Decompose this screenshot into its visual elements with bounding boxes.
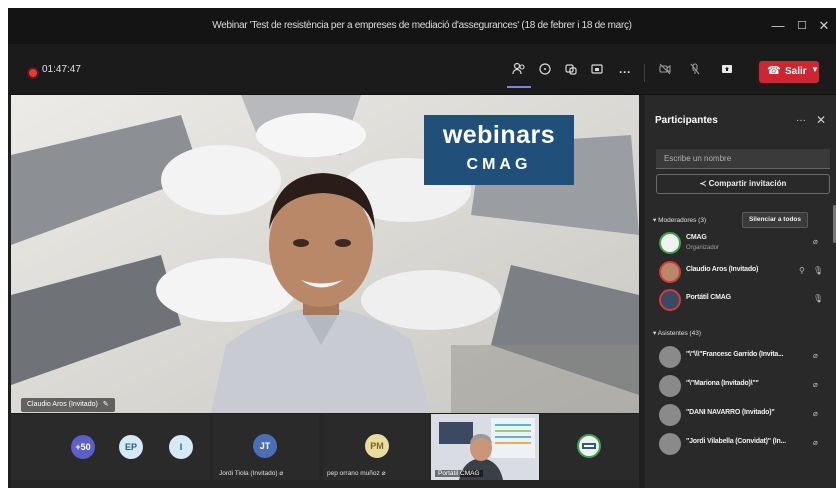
participant-role: Organizador [686, 245, 720, 251]
overflow-count-badge[interactable]: +50 [71, 435, 95, 459]
chevron-down-icon[interactable]: ▼ [811, 65, 819, 74]
webinars-cmag-logo: webinars CMAG [424, 115, 574, 185]
panel-title: Participantes [655, 115, 718, 126]
mic-off-icon: ⌀ [813, 438, 818, 447]
share-invite-button[interactable]: ≺ Compartir invitación [656, 174, 830, 194]
recording-indicator-icon [27, 67, 39, 79]
participant-row[interactable]: CMAG Organizador ⌀ [653, 229, 829, 257]
participant-strip: +50 EP I JT Jordi Tiola (Invitado) ⌀ PM … [11, 414, 639, 488]
people-icon[interactable] [508, 62, 530, 82]
share-invite-label: Compartir invitación [708, 179, 787, 188]
leave-button[interactable]: ☎ Salir ▼ [759, 61, 819, 83]
more-options-icon[interactable]: ··· [796, 115, 806, 126]
mic-off-icon: ⌀ [381, 470, 386, 477]
mic-off-icon: ⌀ [813, 380, 818, 389]
avatar [659, 433, 681, 455]
more-icon[interactable]: ··· [614, 62, 636, 82]
avatar[interactable]: I [169, 435, 193, 459]
share-tray-icon[interactable] [716, 62, 738, 82]
participant-row[interactable]: "\"\\\"Francesc Garrido (Invita... ⌀ [653, 343, 829, 371]
participant-tile-name: Jordi Tiola (Invitado) ⌀ [219, 470, 284, 477]
mic-off-icon: ⌀ [813, 351, 818, 360]
participant-name: "DANI NAVARRO (Invitado)" [686, 409, 775, 416]
participant-search-input[interactable] [656, 149, 830, 169]
participant-tile[interactable]: JT Jordi Tiola (Invitado) ⌀ [213, 414, 319, 480]
avatar [659, 232, 681, 254]
avatar [659, 289, 681, 311]
speaker-name: Claudio Aros (Invitado) [27, 401, 98, 408]
participant-name: Claudio Aros (Invitado) [686, 266, 759, 273]
phone-hangup-icon: ☎ [767, 65, 781, 77]
toolbar-divider [644, 64, 645, 82]
close-button[interactable]: ✕ [814, 16, 834, 36]
share-icon: ≺ [699, 179, 707, 188]
avatar [659, 346, 681, 368]
maximize-button[interactable]: ☐ [792, 16, 812, 36]
logo-line-1: webinars [442, 121, 556, 149]
participant-row[interactable]: Claudio Aros (Invitado) ⚲ 🎙 [653, 258, 829, 286]
participants-panel: Participantes ··· ✕ ≺ Compartir invitaci… [645, 95, 836, 488]
chevron-down-icon: ▾ [653, 330, 657, 337]
close-panel-icon[interactable]: ✕ [816, 113, 826, 127]
speaker-name-tag: Claudio Aros (Invitado) ✎ [21, 398, 115, 412]
active-tab-indicator [507, 86, 531, 88]
window-title: Webinar 'Test de resistència per a empre… [212, 20, 632, 31]
pin-icon: ✎ [102, 401, 109, 408]
participant-row[interactable]: "\"Mariona (Invitado)\"" ⌀ [653, 372, 829, 400]
participant-name: "\"Mariona (Invitado)\"" [686, 380, 759, 387]
avatar [659, 404, 681, 426]
participant-row[interactable]: "Jordi Vilabella (Convidat)" (In... ⌀ [653, 430, 829, 458]
minimize-button[interactable]: — [768, 16, 788, 36]
avatar [659, 375, 681, 397]
video-tile[interactable]: Portátil CMAG [431, 414, 539, 480]
moderators-section-header[interactable]: ▾ Moderadores (3) [653, 216, 706, 224]
logo-line-2: CMAG [466, 156, 532, 173]
mic-icon: 🎙 [813, 266, 824, 275]
chevron-down-icon: ▾ [653, 217, 657, 224]
chat-icon[interactable] [534, 62, 556, 82]
avatar: PM [365, 434, 389, 458]
reactions-icon[interactable] [560, 62, 582, 82]
avatar [659, 261, 681, 283]
participant-name: "\"\\\"Francesc Garrido (Invita... [686, 351, 784, 358]
attendees-section-header[interactable]: ▾ Asistentes (43) [653, 329, 701, 337]
mic-off-icon: ⌀ [813, 237, 818, 246]
teams-window: Webinar 'Test de resistència per a empre… [8, 8, 836, 488]
main-video: webinars CMAG Claudio Aros (Invitado) ✎ [11, 95, 639, 413]
mute-all-button[interactable]: Silenciar a todos [742, 212, 808, 228]
participant-tile-name: pep orrano muñoz ⌀ [327, 470, 386, 477]
participant-name: CMAG [686, 234, 707, 241]
participant-row[interactable]: Portátil CMAG 🎙 [653, 286, 829, 314]
participant-tile[interactable] [541, 414, 639, 480]
cmag-avatar-icon [577, 434, 601, 458]
participant-row[interactable]: "DANI NAVARRO (Invitado)" ⌀ [653, 401, 829, 429]
video-tile-name: Portátil CMAG [435, 470, 483, 477]
mic-off-icon: ⌀ [813, 409, 818, 418]
share-screen-icon[interactable] [586, 62, 608, 82]
avatar[interactable]: EP [119, 435, 143, 459]
title-bar: Webinar 'Test de resistència per a empre… [8, 8, 836, 44]
mic-icon: 🎙 [813, 294, 824, 303]
participant-bubbles-tile: +50 EP I [11, 414, 209, 480]
participant-tile[interactable]: PM pep orrano muñoz ⌀ [323, 414, 429, 480]
camera-off-icon[interactable] [654, 62, 676, 82]
mic-off-icon: ⌀ [279, 470, 284, 477]
leave-label: Salir [785, 66, 807, 77]
meeting-toolbar [8, 44, 836, 95]
participant-name: Portátil CMAG [686, 294, 731, 301]
participant-name: "Jordi Vilabella (Convidat)" (In... [686, 438, 786, 445]
mic-off-icon[interactable] [684, 62, 706, 82]
pin-icon[interactable]: ⚲ [799, 266, 805, 275]
avatar: JT [253, 434, 277, 458]
meeting-timer: 01:47:47 [42, 64, 81, 75]
